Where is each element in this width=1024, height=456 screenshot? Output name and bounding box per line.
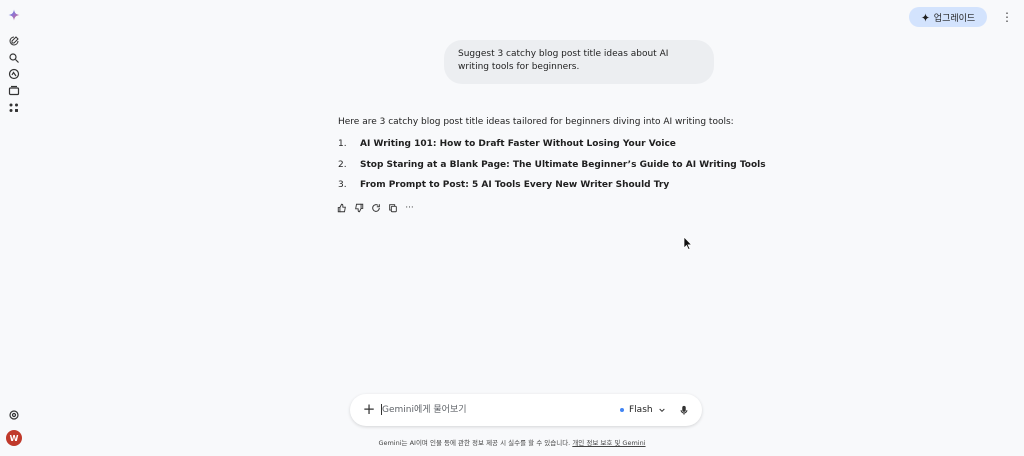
privacy-link[interactable]: 개인 정보 보호 및 Gemini (572, 439, 645, 447)
model-selector[interactable]: Flash (620, 403, 666, 417)
model-label: Flash (629, 405, 653, 415)
upgrade-button[interactable]: 업그레이드 (909, 7, 987, 27)
list-title: Stop Staring at a Blank Page: The Ultima… (360, 159, 766, 170)
list-item: 1. AI Writing 101: How to Draft Faster W… (338, 139, 766, 160)
thumbs-down-icon[interactable] (352, 201, 365, 214)
response-actions: ··· (335, 201, 416, 214)
new-chat-icon[interactable] (7, 34, 21, 48)
list-title: AI Writing 101: How to Draft Faster With… (360, 139, 676, 149)
thumbs-up-icon[interactable] (335, 201, 348, 214)
chevron-down-icon (658, 408, 665, 413)
sparkle-icon (921, 12, 930, 22)
microphone-icon[interactable] (677, 403, 691, 417)
settings-icon[interactable] (7, 408, 21, 422)
apps-icon[interactable] (7, 101, 21, 115)
response-intro: Here are 3 catchy blog post title ideas … (338, 117, 734, 127)
footer-disclaimer: Gemini는 AI이며 인물 등에 관한 정보 제공 시 실수를 할 수 있습… (0, 437, 1024, 447)
model-status-dot (620, 408, 624, 412)
prompt-bar: + Flash (350, 394, 702, 426)
list-number: 3. (338, 180, 347, 190)
more-actions-icon[interactable]: ··· (403, 201, 416, 214)
prompt-input[interactable] (382, 402, 582, 418)
list-item: 2. Stop Staring at a Blank Page: The Ult… (338, 160, 766, 181)
user-message: Suggest 3 catchy blog post title ideas a… (444, 40, 714, 84)
more-options-icon[interactable]: ⋮ (1001, 10, 1013, 24)
response-list: 1. AI Writing 101: How to Draft Faster W… (338, 139, 766, 201)
list-title: From Prompt to Post: 5 AI Tools Every Ne… (360, 180, 670, 190)
add-attachment-icon[interactable]: + (362, 402, 376, 417)
gemini-logo-icon[interactable] (7, 8, 21, 22)
list-number: 2. (338, 159, 347, 170)
list-number: 1. (338, 139, 347, 149)
regenerate-icon[interactable] (369, 201, 382, 214)
search-icon[interactable] (7, 51, 21, 65)
library-icon[interactable] (7, 84, 21, 98)
mouse-pointer-icon (683, 236, 693, 250)
sidebar: W (0, 0, 28, 456)
explore-gems-icon[interactable] (7, 67, 21, 81)
disclaimer-text: Gemini는 AI이며 인물 등에 관한 정보 제공 시 실수를 할 수 있습… (378, 439, 571, 447)
upgrade-label: 업그레이드 (933, 13, 976, 24)
list-item: 3. From Prompt to Post: 5 AI Tools Every… (338, 180, 766, 201)
copy-icon[interactable] (386, 201, 399, 214)
